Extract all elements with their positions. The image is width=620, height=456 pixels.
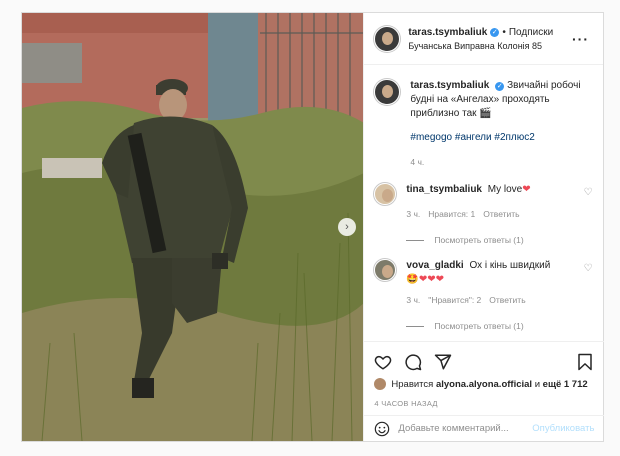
liker-avatar[interactable] (374, 378, 387, 390)
commenter-avatar[interactable] (374, 259, 397, 281)
caption-time[interactable]: 4 ч. (410, 155, 424, 169)
comment-username[interactable]: vova_gladki (406, 260, 463, 271)
comment-time[interactable]: 3 ч. (406, 207, 420, 221)
post-time-ago[interactable]: 4 ЧАСОВ НАЗАД (374, 399, 594, 408)
post-actions: Нравится alyona.alyona.official и ещё 1 … (364, 341, 605, 415)
post-photo[interactable]: › (22, 13, 364, 441)
author-avatar[interactable] (374, 25, 401, 52)
liked-by: Нравится alyona.alyona.official и ещё 1 … (374, 378, 594, 390)
emoji-icon[interactable] (374, 421, 390, 437)
liked-by-middle: и (534, 378, 541, 390)
more-options-icon[interactable]: ··· (572, 31, 589, 47)
comment-icon[interactable] (404, 353, 422, 371)
comment-emoji: 🤩❤❤❤ (406, 274, 444, 285)
add-comment-bar: Опубликовать (364, 415, 605, 441)
view-replies-button[interactable]: Посмотреть ответы (1) (406, 319, 594, 333)
post-header: taras.tsymbaliuk ✓ • Подписки Бучанська … (364, 13, 603, 65)
share-icon[interactable] (434, 353, 452, 371)
comment-username[interactable]: tina_tsymbaliuk (406, 184, 482, 195)
following-button[interactable]: Подписки (509, 27, 553, 38)
header-text: taras.tsymbaliuk ✓ • Подписки Бучанська … (408, 27, 572, 51)
caption-hashtags[interactable]: #megogo #ангели #2плюс2 (410, 131, 594, 145)
instagram-post: › taras.tsymbaliuk ✓ • Подписки Бучанськ… (21, 12, 605, 442)
comment-input[interactable] (398, 423, 533, 434)
view-replies-label: Посмотреть ответы (1) (434, 321, 524, 331)
heart-icon[interactable] (374, 353, 392, 371)
liked-by-others[interactable]: ещё 1 712 (543, 379, 588, 390)
comment-text: Ох і кінь швидкий (469, 260, 551, 271)
replies-divider (406, 325, 425, 327)
comment-item: tina_tsymbaliuk My love❤ 3 ч. Нравится: … (374, 183, 594, 247)
verified-badge-icon: ✓ (490, 27, 500, 37)
chevron-right-icon[interactable]: › (338, 218, 356, 236)
reply-button[interactable]: Ответить (483, 207, 519, 221)
comment-item: vova_gladki Ох і кінь швидкий 🤩❤❤❤ 3 ч. … (374, 259, 594, 333)
comment-like-icon[interactable]: ♡ (583, 187, 592, 198)
replies-divider (406, 239, 425, 241)
commenter-avatar[interactable] (374, 183, 397, 205)
comment-time[interactable]: 3 ч. (406, 293, 420, 307)
separator: • (502, 26, 506, 38)
caption: taras.tsymbaliuk ✓ Звичайні робочі будні … (374, 79, 594, 169)
comment-like-icon[interactable]: ♡ (583, 263, 592, 274)
caption-avatar[interactable] (374, 79, 401, 105)
post-photo-image (22, 13, 364, 441)
liked-by-user[interactable]: alyona.alyona.official (436, 379, 532, 390)
caption-username[interactable]: taras.tsymbaliuk (410, 80, 489, 91)
liked-by-prefix: Нравится (391, 378, 434, 390)
comment-emoji: ❤ (522, 184, 531, 195)
verified-badge-icon: ✓ (495, 82, 505, 91)
reply-button[interactable]: Ответить (489, 293, 525, 307)
bookmark-icon[interactable] (576, 353, 594, 371)
publish-button[interactable]: Опубликовать (532, 423, 594, 434)
view-replies-button[interactable]: Посмотреть ответы (1) (406, 233, 594, 247)
comments-section: taras.tsymbaliuk ✓ Звичайні робочі будні … (364, 65, 604, 341)
comment-likes[interactable]: Нравится: 1 (428, 207, 475, 221)
post-sidebar: taras.tsymbaliuk ✓ • Подписки Бучанська … (363, 13, 605, 441)
author-username[interactable]: taras.tsymbaliuk (408, 27, 487, 38)
comment-text: My love (487, 184, 523, 195)
comment-likes[interactable]: "Нравится": 2 (428, 293, 481, 307)
post-location[interactable]: Бучанська Виправна Колонія 85 (408, 41, 572, 51)
view-replies-label: Посмотреть ответы (1) (434, 235, 524, 245)
